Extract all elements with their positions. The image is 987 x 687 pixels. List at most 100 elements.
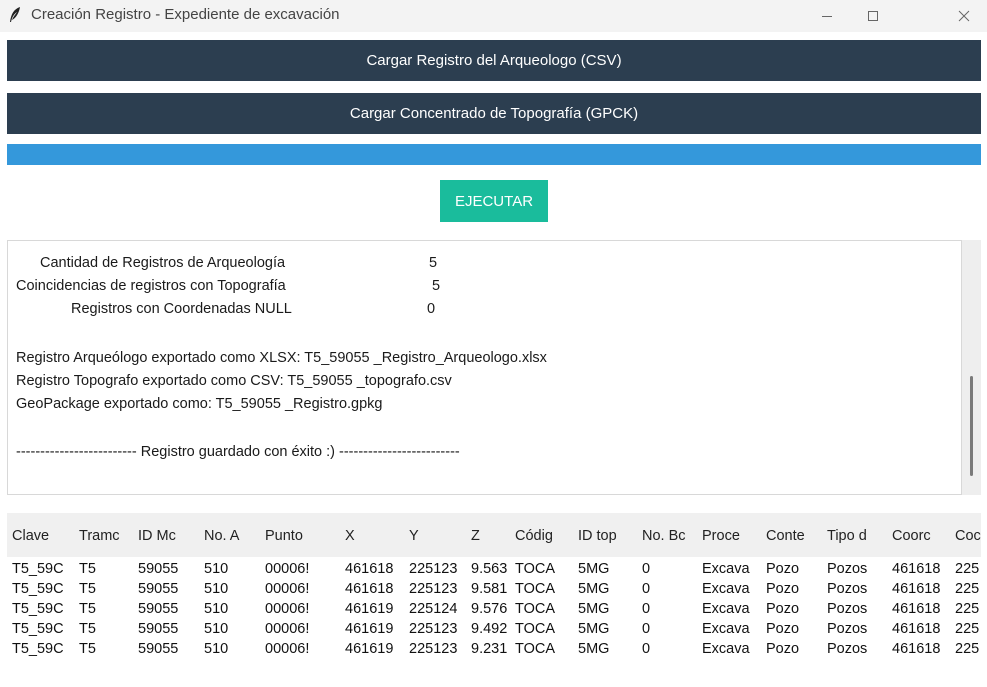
maximize-icon <box>868 11 878 21</box>
log-scrollbar[interactable] <box>962 240 981 495</box>
minimize-icon <box>822 16 832 17</box>
column-header[interactable]: ID top <box>578 528 636 544</box>
table-cell: 225124 <box>409 601 458 617</box>
column-header[interactable]: Coorc <box>892 528 950 544</box>
results-table: Clave Tramc ID Mc No. A Punto X Y Z Códig ID top N… <box>7 513 981 687</box>
load-csv-button[interactable]: Cargar Registro del Arqueologo (CSV) <box>7 40 981 81</box>
table-cell: 225 <box>955 641 980 657</box>
table-cell: 5MG <box>578 621 610 637</box>
stat-value: 0 <box>427 301 436 317</box>
column-header[interactable]: Códig <box>515 528 573 544</box>
column-header[interactable]: No. A <box>204 528 260 544</box>
table-cell: 225123 <box>409 641 458 657</box>
column-header[interactable]: X <box>345 528 403 544</box>
table-cell: 00006! <box>265 601 310 617</box>
table-cell: 461618 <box>345 581 394 597</box>
minimize-button[interactable] <box>804 0 850 32</box>
table-cell: 9.576 <box>471 601 507 617</box>
table-cell: T5_59C <box>12 641 64 657</box>
load-gpck-button[interactable]: Cargar Concentrado de Topografía (GPCK) <box>7 93 981 134</box>
table-cell: 225 <box>955 621 980 637</box>
table-cell: 59055 <box>138 601 179 617</box>
export-line: GeoPackage exportado como: T5_59055 _Reg… <box>16 396 383 412</box>
column-header[interactable]: Punto <box>265 528 329 544</box>
window-title: Creación Registro - Expediente de excava… <box>31 6 340 23</box>
column-header[interactable]: Coc <box>955 528 981 544</box>
table-cell: 5MG <box>578 581 610 597</box>
table-cell: T5 <box>79 601 96 617</box>
table-cell: TOCA <box>515 621 556 637</box>
table-row[interactable]: T5_59C T5 59055 510 00006! 461618 225123 9.581 T… <box>7 581 981 598</box>
table-row[interactable]: T5_59C T5 59055 510 00006! 461619 225124 9.576 T… <box>7 601 981 618</box>
stat-label: Coincidencias de registros con Topografí… <box>16 278 286 294</box>
table-cell: 00006! <box>265 561 310 577</box>
execute-button[interactable]: EJECUTAR <box>440 180 548 222</box>
table-cell: 225123 <box>409 581 458 597</box>
table-cell: 0 <box>642 581 651 597</box>
column-header[interactable]: Tramc <box>79 528 133 544</box>
table-cell: Excava <box>702 581 750 597</box>
table-cell: T5_59C <box>12 561 64 577</box>
progress-bar <box>7 144 981 165</box>
table-cell: Pozo <box>766 601 800 617</box>
table-cell: 0 <box>642 621 651 637</box>
close-icon <box>958 10 970 22</box>
table-row[interactable]: T5_59C T5 59055 510 00006! 461618 225123 9.563 T… <box>7 561 981 578</box>
column-header[interactable]: Y <box>409 528 465 544</box>
table-cell: TOCA <box>515 561 556 577</box>
table-cell: T5 <box>79 641 96 657</box>
table-cell: Pozo <box>766 621 800 637</box>
table-row[interactable]: T5_59C T5 59055 510 00006! 461619 225123 9.492 T… <box>7 621 981 638</box>
table-cell: Excava <box>702 641 750 657</box>
column-header[interactable]: No. Bc <box>642 528 696 544</box>
title-bar: Creación Registro - Expediente de excava… <box>0 0 987 32</box>
table-row[interactable]: T5_59C T5 59055 510 00006! 461619 225123 9.231 T… <box>7 641 981 658</box>
table-cell: 225 <box>955 601 980 617</box>
maximize-button[interactable] <box>850 0 896 32</box>
table-header: Clave Tramc ID Mc No. A Punto X Y Z Códig ID top N… <box>7 513 981 557</box>
table-cell: 510 <box>204 641 229 657</box>
table-cell: T5_59C <box>12 621 64 637</box>
table-cell: 5MG <box>578 601 610 617</box>
table-cell: Excava <box>702 621 750 637</box>
table-cell: T5_59C <box>12 601 64 617</box>
log-output: Cantidad de Registros de Arqueología 5 C… <box>7 240 962 495</box>
table-cell: 5MG <box>578 561 610 577</box>
export-line: Registro Arqueólogo exportado como XLSX:… <box>16 350 547 366</box>
progress-fill <box>7 144 981 165</box>
table-cell: 461619 <box>345 621 394 637</box>
table-cell: 461618 <box>892 641 941 657</box>
table-cell: TOCA <box>515 581 556 597</box>
feather-icon <box>10 7 20 22</box>
table-cell: Pozo <box>766 561 800 577</box>
table-cell: Pozos <box>827 601 868 617</box>
table-cell: 225 <box>955 561 980 577</box>
export-line: Registro Topografo exportado como CSV: T… <box>16 373 452 389</box>
table-cell: 461618 <box>892 581 941 597</box>
table-cell: 461619 <box>345 601 394 617</box>
table-cell: 225123 <box>409 561 458 577</box>
column-header[interactable]: Proce <box>702 528 760 544</box>
stat-label: Registros con Coordenadas NULL <box>71 301 292 317</box>
scrollbar-thumb[interactable] <box>970 376 973 476</box>
table-cell: 461618 <box>345 561 394 577</box>
table-cell: 5MG <box>578 641 610 657</box>
column-header[interactable]: Clave <box>12 528 72 544</box>
table-cell: 461618 <box>892 561 941 577</box>
close-button[interactable] <box>941 0 987 32</box>
table-cell: 0 <box>642 561 651 577</box>
column-header[interactable]: Z <box>471 528 511 544</box>
table-cell: TOCA <box>515 641 556 657</box>
table-cell: 00006! <box>265 621 310 637</box>
table-cell: 510 <box>204 601 229 617</box>
table-cell: 59055 <box>138 621 179 637</box>
column-header[interactable]: Tipo d <box>827 528 885 544</box>
table-cell: 0 <box>642 601 651 617</box>
table-cell: T5 <box>79 621 96 637</box>
table-cell: Pozos <box>827 621 868 637</box>
table-cell: Pozo <box>766 641 800 657</box>
column-header[interactable]: ID Mc <box>138 528 198 544</box>
table-cell: 510 <box>204 581 229 597</box>
column-header[interactable]: Conte <box>766 528 822 544</box>
table-cell: T5 <box>79 581 96 597</box>
